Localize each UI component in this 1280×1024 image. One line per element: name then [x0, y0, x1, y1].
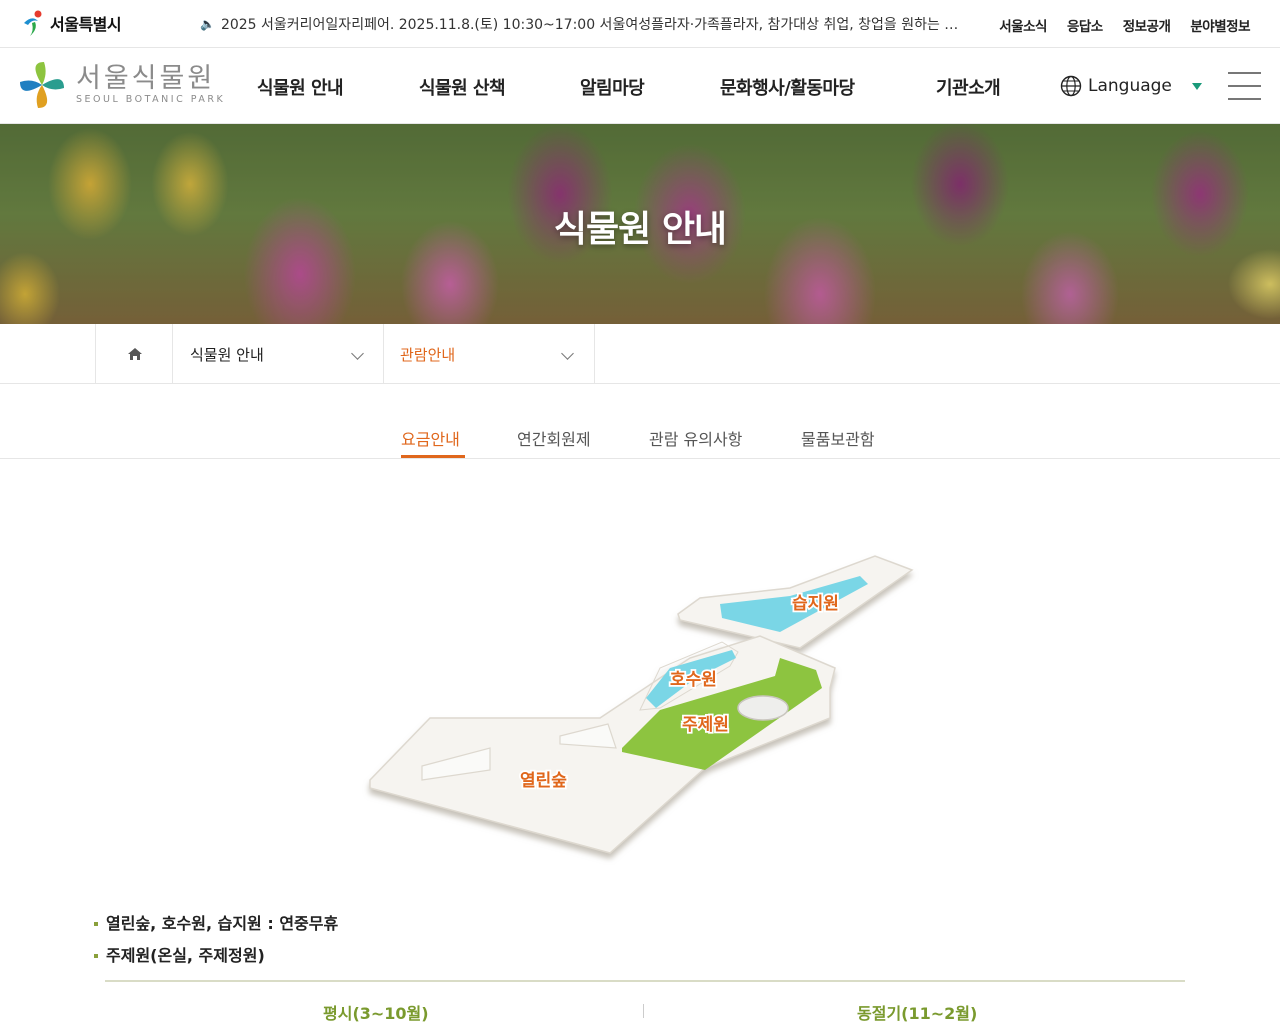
nav-item-walk[interactable]: 식물원 산책	[419, 74, 506, 100]
utility-links: 서울소식 응답소 정보공개 분야별정보	[999, 15, 1250, 35]
nav-item-about[interactable]: 기관소개	[936, 74, 1001, 100]
speaker-icon: 🔈	[200, 17, 215, 31]
seoul-symbol-icon	[20, 9, 46, 37]
breadcrumb-depth1-select[interactable]: 식물원 안내	[172, 324, 384, 384]
page-title: 식물원 안내	[553, 209, 727, 250]
notice-text: 2025 서울커리어일자리페어. 2025.11.8.(토) 10:30~17:…	[220, 17, 962, 33]
list-item: 주제원(온실, 주제정원)	[94, 940, 338, 972]
map-label-theme: 주제원	[682, 715, 729, 735]
botanic-leaf-icon	[20, 62, 64, 108]
util-link-disclosure[interactable]: 정보공개	[1123, 15, 1171, 35]
season-table-header: 평시(3~10월) 동절기(11~2월)	[105, 980, 1185, 1024]
chevron-down-icon	[561, 347, 574, 360]
home-icon	[127, 348, 142, 360]
logo-english-name: SEOUL BOTANIC PARK	[76, 94, 226, 105]
breadcrumb-depth2-select[interactable]: 관람안내	[383, 324, 595, 384]
seoul-city-name: 서울특별시	[50, 15, 122, 34]
map-label-wetland: 습지원	[792, 594, 839, 614]
language-selector[interactable]: Language	[1060, 75, 1202, 97]
botanic-park-logo[interactable]: 서울식물원 SEOUL BOTANIC PARK	[18, 60, 225, 110]
tab-fees[interactable]: 요금안내	[401, 426, 460, 450]
nav-item-guide[interactable]: 식물원 안내	[257, 74, 344, 100]
breadcrumb-depth1-label: 식물원 안내	[190, 345, 264, 364]
season-winter: 동절기(11~2월)	[857, 1004, 978, 1023]
tab-lockers[interactable]: 물품보관함	[801, 426, 875, 450]
breadcrumb-depth2-label: 관람안내	[400, 345, 456, 364]
nav-item-notice[interactable]: 알림마당	[580, 74, 645, 100]
main-park-area	[369, 635, 836, 854]
util-link-fields[interactable]: 분야별정보	[1190, 15, 1250, 35]
nav-item-events[interactable]: 문화행사/활동마당	[720, 74, 855, 100]
hamburger-icon	[1228, 72, 1261, 74]
logo-korean-name: 서울식물원	[76, 63, 216, 94]
zone-info-list: 열린숲, 호수원, 습지원 : 연중무휴 주제원(온실, 주제정원)	[94, 908, 338, 972]
util-link-news[interactable]: 서울소식	[999, 15, 1047, 35]
seoul-city-logo[interactable]: 서울특별시	[20, 9, 122, 37]
home-button[interactable]	[95, 324, 173, 384]
divider	[643, 1004, 644, 1018]
tab-annual-membership[interactable]: 연간회원제	[517, 426, 591, 450]
menu-button[interactable]	[1228, 72, 1261, 100]
park-zone-map: 습지원 호수원 주제원 열린숲	[360, 548, 920, 868]
hero-banner: 식물원 안내	[0, 124, 1280, 324]
map-label-lake: 호수원	[670, 670, 717, 690]
util-link-response[interactable]: 응답소	[1067, 15, 1103, 35]
map-label-forest: 열린숲	[520, 771, 567, 791]
globe-icon	[1060, 75, 1082, 97]
content-tabs: 요금안내 연간회원제 관람 유의사항 물품보관함	[0, 408, 1280, 459]
utility-bar: 서울특별시 🔈 2025 서울커리어일자리페어. 2025.11.8.(토) 1…	[0, 0, 1280, 48]
breadcrumb: 식물원 안내 관람안내	[0, 324, 1280, 384]
triangle-down-icon	[1191, 82, 1202, 90]
notice-ticker[interactable]: 🔈 2025 서울커리어일자리페어. 2025.11.8.(토) 10:30~1…	[200, 14, 962, 34]
chevron-down-icon	[351, 347, 364, 360]
tab-visit-notes[interactable]: 관람 유의사항	[649, 426, 742, 450]
main-header: 서울식물원 SEOUL BOTANIC PARK 식물원 안내 식물원 산책 알…	[0, 48, 1280, 124]
language-label: Language	[1088, 76, 1172, 96]
season-regular: 평시(3~10월)	[323, 1004, 429, 1023]
active-tab-indicator	[401, 455, 465, 458]
list-item: 열린숲, 호수원, 습지원 : 연중무휴	[94, 908, 338, 940]
